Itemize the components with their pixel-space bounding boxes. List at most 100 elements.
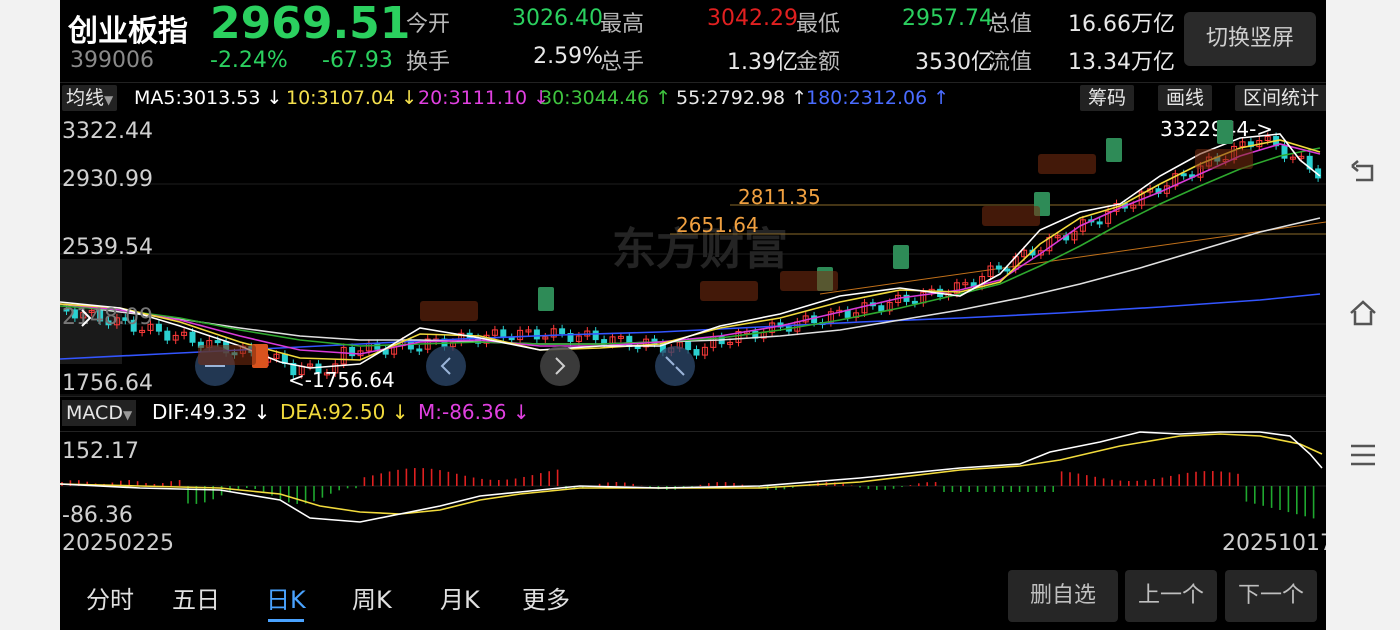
switch-vertical-button[interactable]: 切换竖屏 bbox=[1184, 12, 1316, 66]
macd-dif: DIF:49.32 ↓ bbox=[152, 400, 271, 424]
chips-button[interactable]: 筹码 bbox=[1080, 85, 1135, 111]
ma-indicator-value: 20:3111.10 ↓ bbox=[418, 87, 550, 109]
candle bbox=[533, 329, 540, 340]
candle bbox=[626, 335, 633, 347]
quote-label: 总手 bbox=[600, 50, 645, 75]
kline-chart[interactable]: 东方财富 2811.35 2651.64 3322944-> <-1756.64… bbox=[60, 114, 1326, 396]
tab-1[interactable]: 分时 bbox=[86, 580, 134, 615]
level-label-1: 2811.35 bbox=[738, 185, 821, 209]
macd-m: M:-86.36 ↓ bbox=[418, 400, 530, 424]
dif-line bbox=[60, 431, 1323, 523]
dropdown-arrow-icon: ▼ bbox=[122, 408, 133, 422]
next-button[interactable]: 下一个 bbox=[1225, 570, 1317, 622]
remove-watchlist-button[interactable]: 删自选 bbox=[1008, 570, 1118, 622]
y-axis-label: 3322.44 bbox=[62, 119, 153, 144]
home-icon[interactable] bbox=[1348, 298, 1378, 328]
td-count-marker bbox=[1106, 138, 1122, 162]
system-nav-bar bbox=[1326, 0, 1400, 630]
y-axis-label: 2539.54 bbox=[62, 235, 153, 260]
low-marker: <-1756.64 bbox=[288, 368, 395, 392]
menu-icon[interactable] bbox=[1348, 440, 1378, 470]
ma-indicator-value: 55:2792.98 ↑ bbox=[676, 87, 808, 109]
index-price: 2969.51 bbox=[210, 0, 411, 49]
macd-dea: DEA:92.50 ↓ bbox=[280, 400, 409, 424]
tab-5[interactable]: 月K bbox=[440, 580, 480, 615]
dropdown-arrow-icon: ▼ bbox=[104, 93, 114, 107]
candle bbox=[1096, 221, 1103, 225]
quote-value: 1.39亿 bbox=[727, 50, 798, 75]
candle bbox=[500, 329, 507, 339]
td-count-marker bbox=[893, 245, 909, 269]
candle bbox=[374, 342, 381, 350]
stock-app: 创业板指 2969.51 399006 -2.24% -67.93 切换竖屏 均… bbox=[60, 0, 1326, 630]
ma-dropdown-label: 均线 bbox=[66, 87, 105, 109]
active-tab-indicator bbox=[268, 619, 304, 622]
previous-button[interactable]: 上一个 bbox=[1125, 570, 1217, 622]
candle bbox=[1004, 268, 1011, 272]
quote-value: 13.34万亿 bbox=[1068, 50, 1175, 75]
quote-value: 2957.74 bbox=[902, 6, 993, 31]
candle bbox=[592, 330, 599, 341]
td-sequence-band bbox=[198, 345, 256, 365]
td-sequence-band bbox=[1038, 154, 1096, 174]
quote-value: 3530亿 bbox=[915, 50, 993, 75]
candle bbox=[693, 349, 700, 356]
candle bbox=[155, 323, 162, 332]
range-stats-button[interactable]: 区间统计 bbox=[1235, 85, 1326, 111]
shrink-icon[interactable] bbox=[655, 346, 695, 386]
scroll-right-button[interactable] bbox=[540, 346, 580, 386]
macd-dropdown-label: MACD bbox=[66, 402, 123, 424]
candle bbox=[1281, 145, 1288, 159]
td-count-marker bbox=[1217, 120, 1233, 144]
macd-dropdown[interactable]: MACD▼ bbox=[62, 400, 137, 426]
candle bbox=[685, 341, 692, 351]
td-sequence-band bbox=[982, 206, 1040, 226]
y-axis-label: 1756.64 bbox=[62, 371, 153, 396]
candle bbox=[416, 348, 423, 352]
high-marker: 3322944-> bbox=[1160, 117, 1273, 141]
candle bbox=[164, 330, 171, 341]
quote-label: 总值 bbox=[988, 12, 1033, 37]
macd-bars bbox=[61, 468, 1315, 519]
dea-line bbox=[60, 433, 1323, 515]
end-date: 20251017 bbox=[1222, 531, 1326, 556]
scroll-left-button[interactable] bbox=[426, 346, 466, 386]
ma-indicator-value: 180:2312.06 ↑ bbox=[806, 87, 950, 109]
candle bbox=[349, 346, 356, 357]
td-sequence-band bbox=[780, 271, 838, 291]
tab-6[interactable]: 更多 bbox=[522, 580, 570, 615]
quote-label: 金额 bbox=[796, 50, 841, 75]
back-icon[interactable] bbox=[1348, 158, 1378, 188]
tab-3[interactable]: 日K bbox=[266, 580, 306, 615]
candle bbox=[189, 331, 196, 343]
candle bbox=[995, 265, 1002, 270]
quote-label: 流值 bbox=[988, 50, 1033, 75]
quote-value: 2.59% bbox=[533, 44, 603, 69]
quote-value: 3042.29 bbox=[707, 6, 798, 31]
td-count-marker bbox=[538, 287, 554, 311]
td-sequence-band bbox=[700, 281, 758, 301]
tab-4[interactable]: 周K bbox=[352, 580, 392, 615]
ma-indicator-value: 10:3107.04 ↓ bbox=[286, 87, 418, 109]
tab-2[interactable]: 五日 bbox=[172, 580, 220, 615]
change-value: -67.93 bbox=[322, 48, 393, 73]
quote-label: 最高 bbox=[600, 12, 645, 37]
quote-value: 16.66万亿 bbox=[1068, 12, 1175, 37]
quote-label: 换手 bbox=[406, 50, 451, 75]
draw-line-button[interactable]: 画线 bbox=[1158, 85, 1213, 111]
quote-label: 今开 bbox=[406, 12, 451, 37]
y-axis-label: 2930.99 bbox=[62, 167, 153, 192]
macd-axis-bottom: -86.36 bbox=[62, 503, 133, 528]
ma-indicator-value: MA5:3013.53 ↓ bbox=[134, 87, 283, 109]
candle bbox=[508, 337, 515, 341]
y-axis-label: 2148.09 bbox=[62, 305, 153, 330]
candle bbox=[878, 305, 885, 312]
td-sequence-band bbox=[420, 301, 478, 321]
macd-chart[interactable]: 152.17 -86.36 bbox=[60, 430, 1326, 530]
ma-dropdown[interactable]: 均线▼ bbox=[62, 85, 118, 111]
ma-indicator-value: 30:3044.46 ↑ bbox=[540, 87, 672, 109]
candle bbox=[214, 340, 221, 344]
quote-value: 3026.40 bbox=[512, 6, 603, 31]
index-code: 399006 bbox=[70, 48, 154, 73]
candle bbox=[559, 328, 566, 335]
